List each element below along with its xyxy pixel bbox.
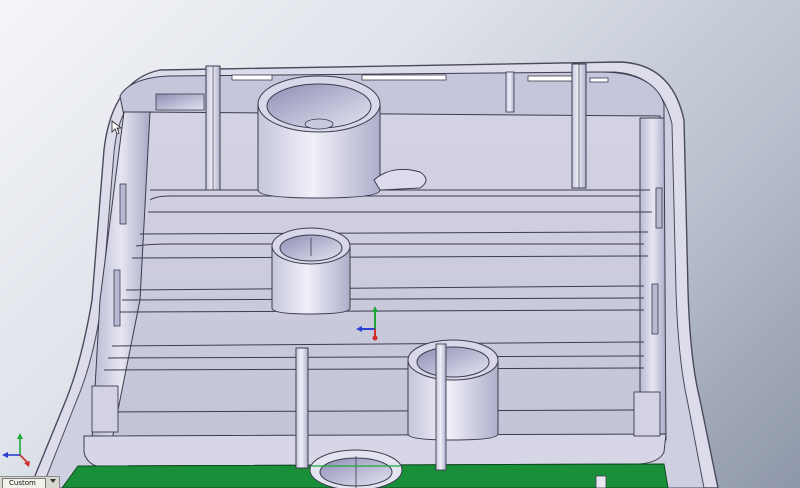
configuration-tab-bar: Custom: [0, 476, 60, 488]
tab-custom[interactable]: Custom: [2, 478, 46, 488]
middle-boss: [271, 227, 351, 315]
view-orientation-triad: [2, 433, 30, 467]
graphics-viewport[interactable]: [0, 0, 800, 488]
side-clip-right: [651, 283, 659, 335]
rim-highlight: [231, 74, 273, 81]
back-post-right: [571, 63, 587, 189]
corner-block-left: [91, 385, 119, 433]
rim-highlight: [527, 75, 573, 82]
housing-model[interactable]: [0, 0, 800, 488]
back-post-small: [505, 71, 515, 113]
corner-block-right: [633, 391, 661, 437]
rim-highlight: [361, 74, 447, 81]
pcb-component: [595, 475, 607, 488]
side-clip-left: [119, 183, 127, 225]
side-clip-right: [655, 187, 663, 229]
side-clip-left: [113, 269, 121, 327]
bottom-boss: [309, 449, 403, 488]
front-post: [295, 347, 309, 469]
inner-pocket-left: [155, 93, 205, 111]
tab-scroll-arrow-icon[interactable]: [50, 479, 56, 483]
rim-highlight: [589, 77, 609, 83]
back-post-left: [205, 65, 221, 191]
